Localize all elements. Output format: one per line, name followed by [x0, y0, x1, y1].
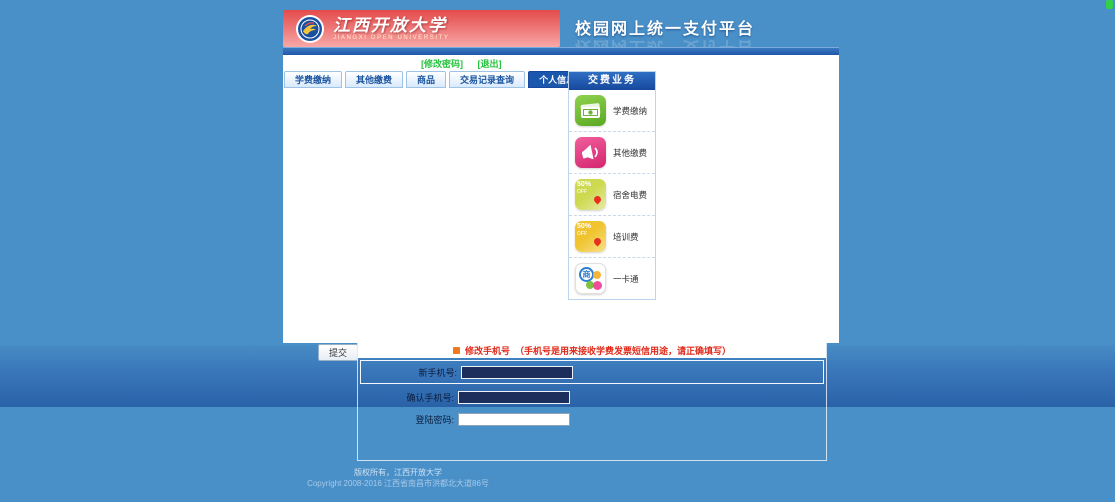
new-phone-row-highlight: 新手机号: [360, 360, 824, 384]
tab-goods[interactable]: 商品 [406, 71, 446, 88]
login-password-row: 登陆密码: [358, 411, 826, 427]
form-note: （手机号是用来接收学费发票短信用途，请正确填写） [515, 344, 731, 357]
account-links: [修改密码] [退出] [421, 57, 514, 70]
badge-off: OFF [577, 189, 587, 195]
orange-alert-icon [453, 347, 460, 354]
sidebar-item-tuition[interactable]: 学费缴纳 [569, 90, 655, 132]
sidebar-item-other-fees[interactable]: 其他缴费 [569, 132, 655, 174]
change-phone-form: 修改手机号 （手机号是用来接收学费发票短信用途，请正确填写） 新手机号: 确认手… [357, 342, 827, 461]
map-pin-icon [593, 237, 603, 247]
discount-50-map-icon: 50% OFF [575, 179, 606, 210]
badge-50-percent: 50% [577, 181, 591, 188]
payment-services-panel: 交费业务 学费缴纳 [568, 71, 656, 300]
sidebar-item-dorm-electricity[interactable]: 50% OFF 宿舍电费 [569, 174, 655, 216]
university-name-block: 江西开放大学 JIANGXI OPEN UNIVERSITY [333, 17, 449, 41]
cash-icon [575, 95, 606, 126]
university-name-cn: 江西开放大学 [333, 17, 449, 35]
copyright-line1: 版权所有，江西开放大学 [278, 467, 518, 478]
sidebar-item-label: 宿舍电费 [613, 189, 647, 201]
scrollbar-thumb[interactable] [1106, 0, 1113, 9]
megaphone-icon [575, 137, 606, 168]
form-title: 修改手机号 [465, 344, 510, 357]
content-column: 江西开放大学 JIANGXI OPEN UNIVERSITY 校园网上统一支付平… [283, 10, 839, 343]
platform-title: 校园网上统一支付平台 [575, 15, 835, 39]
university-banner: 江西开放大学 JIANGXI OPEN UNIVERSITY [283, 10, 560, 47]
sidebar-item-label: 一卡通 [613, 273, 639, 285]
tab-bar: 学费缴纳 其他缴费 商品 交易记录查询 个人信息 [284, 71, 586, 88]
tab-transaction-query[interactable]: 交易记录查询 [449, 71, 525, 88]
login-password-label: 登陆密码: [358, 413, 454, 426]
tab-tuition-payment[interactable]: 学费缴纳 [284, 71, 342, 88]
discount-50-pin-icon: 50% OFF [575, 221, 606, 252]
map-pin-icon [593, 195, 603, 205]
shang-character-glyph: 商 [579, 267, 594, 282]
main-panel: [修改密码] [退出] 学费缴纳 其他缴费 商品 交易记录查询 个人信息 交费业… [283, 55, 839, 343]
sidebar-item-training-fee[interactable]: 50% OFF 培训费 [569, 216, 655, 258]
decor-dot [593, 281, 602, 290]
university-name-en: JIANGXI OPEN UNIVERSITY [333, 35, 449, 41]
form-header: 修改手机号 （手机号是用来接收学费发票短信用途，请正确填写） [358, 343, 826, 358]
onecard-app-icon: 商 [575, 263, 606, 294]
sidebar-item-label: 学费缴纳 [613, 105, 647, 117]
sidebar-item-label: 其他缴费 [613, 147, 647, 159]
payment-services-header: 交费业务 [569, 72, 655, 90]
new-phone-row: 新手机号: [361, 364, 823, 380]
confirm-phone-row: 确认手机号: [358, 389, 826, 405]
login-password-input[interactable] [458, 413, 570, 426]
logout-link[interactable]: [退出] [478, 59, 502, 69]
tab-other-fees[interactable]: 其他缴费 [345, 71, 403, 88]
new-phone-input[interactable] [461, 366, 573, 379]
confirm-phone-label: 确认手机号: [358, 391, 454, 404]
change-password-link[interactable]: [修改密码] [421, 59, 463, 69]
copyright-line2: Copyright 2008-2016 江西省南昌市洪都北大道86号 [278, 478, 518, 489]
sidebar-item-onecard[interactable]: 商 一卡通 [569, 258, 655, 299]
page: 江西开放大学 JIANGXI OPEN UNIVERSITY 校园网上统一支付平… [0, 0, 1115, 502]
badge-50-percent: 50% [577, 223, 591, 230]
badge-off: OFF [577, 231, 587, 237]
confirm-phone-input[interactable] [458, 391, 570, 404]
university-logo-icon [295, 14, 325, 44]
decor-dot [593, 271, 601, 279]
submit-button[interactable]: 提交 [318, 344, 358, 361]
new-phone-label: 新手机号: [361, 366, 457, 379]
header-divider-bar [283, 47, 839, 55]
footer: 版权所有，江西开放大学 Copyright 2008-2016 江西省南昌市洪都… [278, 467, 518, 489]
sidebar-item-label: 培训费 [613, 231, 639, 243]
